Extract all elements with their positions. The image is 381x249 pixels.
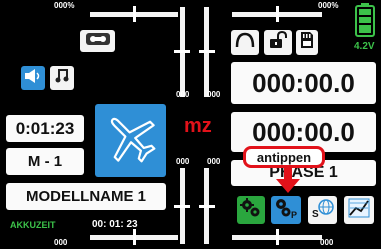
bottom-left-trim-label: 000 xyxy=(54,238,68,247)
arc-icon xyxy=(235,32,255,53)
lock-icon xyxy=(268,30,288,54)
cassette-button[interactable] xyxy=(80,30,115,52)
model-type-button[interactable] xyxy=(95,104,166,177)
battery-icon xyxy=(355,3,375,37)
tap-callout: antippen xyxy=(243,146,325,168)
mid-right-trim-a-label: 000 xyxy=(176,157,190,166)
music-note-icon xyxy=(54,68,70,89)
model-settings-button[interactable] xyxy=(237,196,265,224)
akku-time-label: AKKUZEIT xyxy=(10,220,56,230)
model-time-display[interactable]: 0:01:23 xyxy=(6,115,84,142)
bottom-right-trim-indicator xyxy=(276,229,279,245)
mid-right-trim-b-label: 000 xyxy=(207,157,221,166)
bottom-left-trim-indicator xyxy=(133,229,136,245)
mid-left-trim-b-label: 000 xyxy=(207,90,221,99)
cassette-icon xyxy=(85,32,110,50)
left-vertical-trim-2-indicator xyxy=(199,50,215,53)
phase-settings-button[interactable]: P xyxy=(271,196,301,224)
model-memory-display[interactable]: M - 1 xyxy=(6,148,84,175)
left-vertical-trim-1-indicator xyxy=(174,50,190,53)
gears-globe-icon: S xyxy=(311,197,335,224)
top-right-trim-indicator xyxy=(276,6,279,22)
svg-text:P: P xyxy=(291,210,297,219)
bottom-right-trim-label: 000 xyxy=(320,238,334,247)
gears-icon xyxy=(240,197,262,224)
top-left-trim-label: 000% xyxy=(54,1,75,10)
top-left-trim-indicator xyxy=(133,6,136,22)
sd-card-icon xyxy=(300,31,314,54)
top-right-trim-label: 000% xyxy=(318,1,339,10)
model-name-display[interactable]: MODELLNAME 1 xyxy=(6,183,166,210)
mid-left-trim-a-label: 000 xyxy=(176,90,190,99)
gears-phase-icon: P xyxy=(274,197,298,224)
graph-icon xyxy=(348,198,370,223)
akku-time-value: 00: 01: 23 xyxy=(92,219,138,230)
sound-button[interactable] xyxy=(21,66,45,90)
timer-1-display[interactable]: 000:00.0 xyxy=(231,62,376,104)
svg-text:S: S xyxy=(312,209,319,219)
speaker-icon xyxy=(24,68,42,89)
lock-button[interactable] xyxy=(264,30,292,55)
system-settings-button[interactable]: S xyxy=(308,196,337,224)
sd-card-button[interactable] xyxy=(296,30,318,55)
right-vertical-trim-2-indicator xyxy=(199,205,215,208)
arc-button[interactable] xyxy=(231,30,259,55)
brand-logo: mz xyxy=(184,115,212,137)
telemetry-button[interactable] xyxy=(344,196,374,224)
tap-callout-label: antippen xyxy=(256,149,312,165)
battery-voltage: 4.2V xyxy=(354,41,375,52)
airplane-icon xyxy=(101,108,161,173)
right-vertical-trim-1-indicator xyxy=(174,205,190,208)
music-button[interactable] xyxy=(50,66,74,90)
callout-arrow-icon xyxy=(276,166,300,199)
